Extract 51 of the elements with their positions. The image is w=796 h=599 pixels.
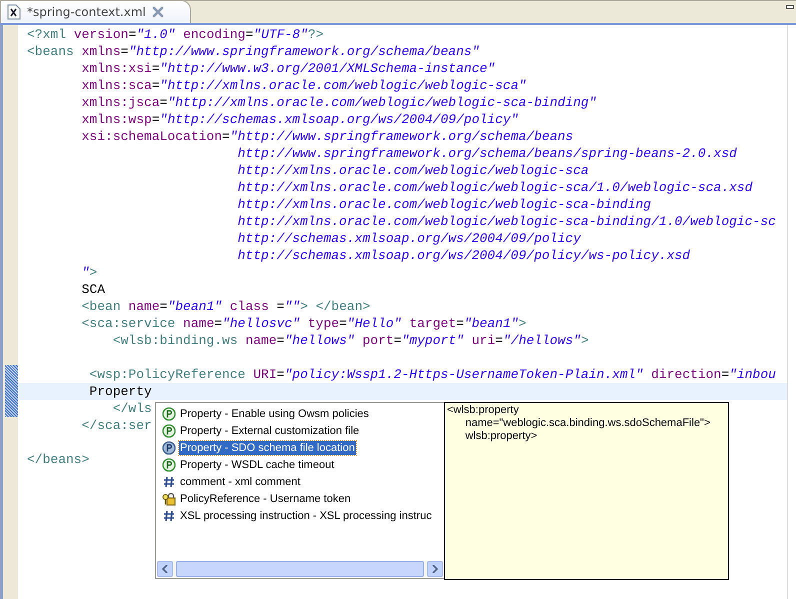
code-line: SCA	[80, 281, 106, 298]
code-line: http://xmlns.oracle.com/weblogic/weblogic-sca-binding/1.0/weblogic-sc	[236, 213, 776, 230]
editor-tab[interactable]: *spring-context.xml	[0, 0, 191, 23]
code-line: xsi:schemaLocation="http://www.springframework.org/schema/beans	[80, 128, 574, 145]
info-text: wlsb:property>	[464, 430, 538, 443]
code-line: Property	[88, 383, 152, 400]
completion-item[interactable]: XSL processing instruction - XSL processing instruc	[179, 508, 433, 522]
completion-item[interactable]: Property - WSDL cache timeout	[179, 458, 336, 472]
info-text: <wlsb:property	[447, 404, 520, 417]
code-line: </wls	[112, 400, 152, 417]
code-line: http://xmlns.oracle.com/weblogic/weblogic-sca	[236, 162, 589, 179]
scroll-left-button[interactable]	[157, 561, 173, 577]
code-line: ">	[80, 264, 98, 281]
code-line: xmlns:wsp="http://schemas.xmlsoap.org/ws/2004/09/policy"	[80, 111, 518, 128]
code-line: http://xmlns.oracle.com/weblogic/weblogic-sca/1.0/weblogic-sca.xsd	[236, 179, 753, 196]
arrow-right-icon	[432, 565, 438, 573]
code-line: <?xml version="1.0" encoding="UTF-8"?>	[27, 26, 324, 43]
annotation-marker	[5, 365, 18, 417]
minimize-icon[interactable]	[786, 5, 794, 11]
hash-icon	[162, 474, 176, 488]
completion-item[interactable]: Property - Enable using Owsm policies	[179, 406, 370, 420]
close-icon[interactable]	[152, 6, 164, 18]
completion-item[interactable]: Property - External customization file	[179, 424, 360, 438]
code-line: <sca:service name="hellosvc" type="Hello" target="bean1">	[80, 315, 526, 332]
code-line: <beans xmlns="http://www.springframework.org/schema/beans"	[27, 43, 480, 60]
completion-item[interactable]: comment - xml comment	[179, 474, 302, 488]
completion-item[interactable]: Property - SDO schema file location	[179, 440, 356, 454]
property-icon	[162, 458, 176, 472]
completion-item[interactable]: PolicyReference - Username token	[179, 492, 352, 506]
scroll-right-button[interactable]	[427, 561, 443, 577]
code-line: xmlns:jsca="http://xmlns.oracle.com/weblogic/weblogic-sca-binding"	[80, 94, 597, 111]
code-line: http://schemas.xmlsoap.org/ws/2004/09/policy	[236, 230, 581, 247]
key-lock-icon	[162, 492, 176, 506]
tab-title: *spring-context.xml	[27, 5, 146, 19]
code-line: </beans>	[27, 451, 90, 468]
code-line: xmlns:sca="http://xmlns.oracle.com/weblogic/weblogic-sca"	[80, 77, 526, 94]
property-icon	[162, 440, 176, 454]
info-text: name="weblogic.sca.binding.ws.sdoSchemaFile">	[464, 417, 712, 430]
code-line: http://www.springframework.org/schema/beans/spring-beans-2.0.xsd	[236, 145, 737, 162]
property-icon	[162, 406, 176, 420]
code-line: <bean name="bean1" class =""> </bean>	[80, 298, 370, 315]
code-line: </sca:ser	[80, 417, 152, 434]
hash-icon	[162, 508, 176, 522]
arrow-left-icon	[162, 565, 168, 573]
xml-file-icon	[7, 4, 21, 20]
code-line: http://schemas.xmlsoap.org/ws/2004/09/policy/ws-policy.xsd	[236, 247, 690, 264]
code-line: <wsp:PolicyReference URI="policy:Wssp1.2-Https-UsernameToken-Plain.xml" direction="inbou	[88, 366, 776, 383]
code-line: xmlns:xsi="http://www.w3.org/2001/XMLSchema-instance"	[80, 60, 496, 77]
property-icon	[162, 424, 176, 438]
code-line: <wlsb:binding.ws name="hellows" port="myport" uri="/hellows">	[112, 332, 589, 349]
code-line: http://xmlns.oracle.com/weblogic/weblogic-sca-binding	[236, 196, 652, 213]
